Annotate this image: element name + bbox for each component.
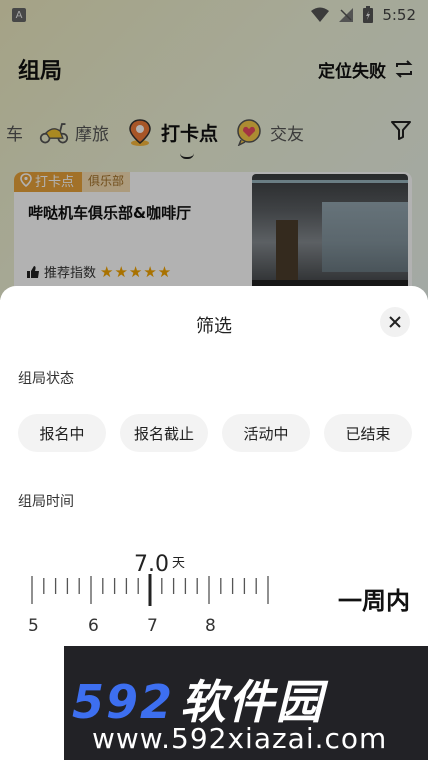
time-section-label: 组局时间 <box>18 494 74 510</box>
status-options: 报名中 报名截止 活动中 已结束 <box>18 414 412 452</box>
ruler-ticks[interactable] <box>18 574 278 608</box>
watermark-number: 592 <box>72 675 175 729</box>
status-section-label: 组局状态 <box>18 371 74 387</box>
watermark-url: www.592xiazai.com <box>92 722 388 755</box>
status-option-registering[interactable]: 报名中 <box>18 414 106 452</box>
status-option-ongoing[interactable]: 活动中 <box>222 414 310 452</box>
ruler-tick-label: 6 <box>88 616 99 636</box>
site-watermark: 592 软件园 www.592xiazai.com <box>64 646 428 760</box>
time-ruler-slider[interactable]: 7.0 天 5 6 7 8 <box>18 546 278 646</box>
close-button[interactable] <box>380 307 410 337</box>
sheet-title: 筛选 <box>196 316 232 337</box>
modal-overlay[interactable] <box>0 0 428 300</box>
status-option-closed[interactable]: 报名截止 <box>120 414 208 452</box>
ruler-unit: 天 <box>172 556 186 571</box>
status-option-ended[interactable]: 已结束 <box>324 414 412 452</box>
ruler-tick-label: 7 <box>147 616 158 636</box>
time-summary: 一周内 <box>338 587 410 615</box>
ruler-tick-label: 5 <box>28 616 39 636</box>
ruler-tick-label: 8 <box>205 616 216 636</box>
watermark-text: 软件园 <box>180 675 325 729</box>
close-icon <box>389 316 401 328</box>
